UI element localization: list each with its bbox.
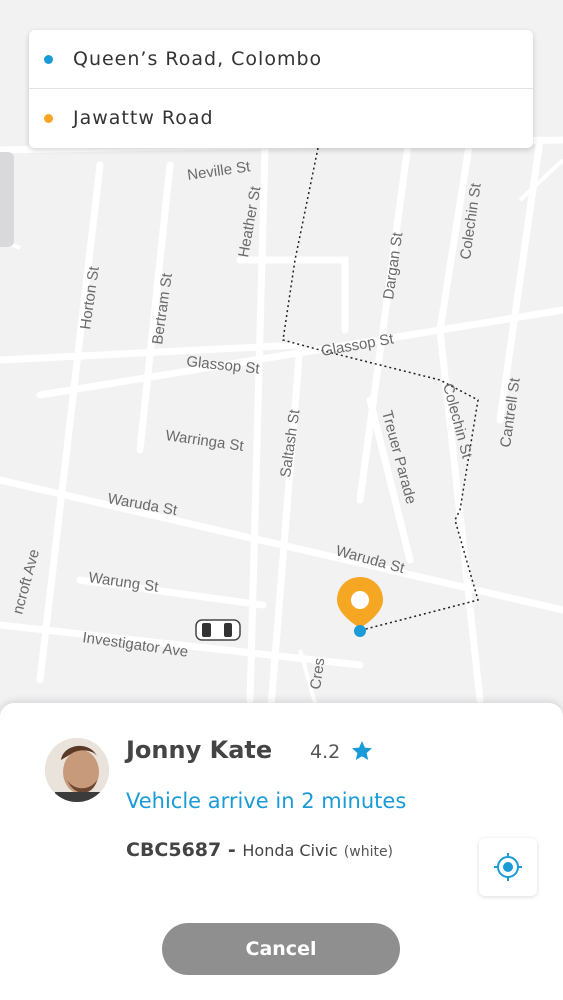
street-label: Cres [307,657,328,691]
street-label: Glassop St [320,330,396,360]
vehicle-separator: - [221,839,243,861]
dropoff-location: Jawattw Road [73,107,214,129]
locate-button[interactable] [479,838,537,896]
street-label: Neville St [186,158,252,184]
vehicle-model: Honda Civic [242,841,338,860]
street-label: Warringa St [164,427,245,455]
street-label: Colechin St [439,382,475,461]
dropoff-row[interactable]: Jawattw Road [29,89,533,147]
cancel-button[interactable]: Cancel [162,923,400,975]
avatar [45,738,109,802]
street-label: Saltash St [277,408,303,479]
street-label: Bertram St [149,271,176,345]
street-label: Cantrell St [497,376,524,449]
plate-number: CBC5687 [126,839,222,861]
vehicle-info: CBC5687 - Honda Civic (white) [126,839,393,861]
street-label: Glassop St [186,353,262,378]
map-edge-marker [0,152,14,247]
pickup-row[interactable]: Queen’s Road, Colombo [29,30,533,89]
arrival-status: Vehicle arrive in 2 minutes [126,789,407,813]
street-label: Dargan St [380,230,406,300]
pickup-location: Queen’s Road, Colombo [73,48,323,70]
vehicle-color: (white) [343,844,394,860]
crosshair-icon [494,853,522,881]
driver-sheet: Jonny Kate 4.2 Vehicle arrive in 2 minut… [0,703,563,1000]
star-icon [352,741,372,760]
street-label: Waruda St [334,542,407,577]
pickup-dot-icon [44,54,53,64]
route-card: Queen’s Road, Colombo Jawattw Road [29,30,533,148]
street-label: Warung St [87,569,160,596]
driver-rating: 4.2 [310,741,341,763]
map-pin-icon [337,577,383,637]
dropoff-dot-icon [44,113,53,123]
driver-name: Jonny Kate [126,736,273,764]
street-label: Investigator Ave [81,629,189,661]
street-label: ncroft Ave [9,547,43,616]
street-label: Horton St [77,265,103,331]
car-icon [195,619,241,641]
